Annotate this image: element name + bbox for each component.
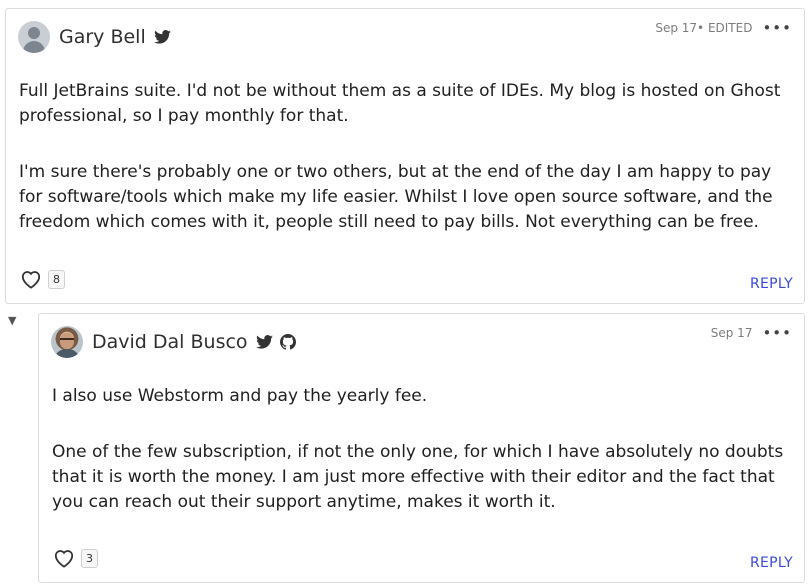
comment-meta: Sep 17 • EDITED ••• <box>655 19 792 37</box>
heart-icon[interactable] <box>53 548 75 568</box>
edited-label: • EDITED <box>697 21 753 35</box>
collapse-thread-toggle[interactable]: ▼ <box>8 314 16 327</box>
github-icon[interactable] <box>279 334 296 350</box>
like-count: 3 <box>81 548 98 568</box>
comment-body: I also use Webstorm and pay the yearly f… <box>52 384 792 546</box>
more-options-icon[interactable]: ••• <box>762 19 792 37</box>
comment-meta: Sep 17 ••• <box>711 324 792 342</box>
reply-button[interactable]: REPLY <box>750 555 793 571</box>
reply-button[interactable]: REPLY <box>750 276 793 292</box>
comment-footer: 3 <box>53 548 98 568</box>
comment-header: David Dal Busco <box>51 326 296 358</box>
comment-date[interactable]: Sep 17 <box>711 326 753 340</box>
comment-date[interactable]: Sep 17 <box>655 21 697 35</box>
author-name[interactable]: Gary Bell <box>59 26 146 48</box>
user-avatar[interactable] <box>51 326 83 358</box>
default-avatar-icon[interactable] <box>18 21 50 53</box>
heart-icon[interactable] <box>20 269 42 289</box>
comment-paragraph: Full JetBrains suite. I'd not be without… <box>19 81 781 126</box>
comment-paragraph: I also use Webstorm and pay the yearly f… <box>52 386 428 406</box>
author-name[interactable]: David Dal Busco <box>92 331 248 353</box>
comment-body: Full JetBrains suite. I'd not be without… <box>19 79 794 266</box>
comment-header: Gary Bell <box>18 21 171 53</box>
twitter-icon[interactable] <box>153 30 171 44</box>
comment-footer: 8 <box>20 269 65 289</box>
more-options-icon[interactable]: ••• <box>762 324 792 342</box>
like-count: 8 <box>48 269 65 289</box>
comment-card: Gary Bell Sep 17 • EDITED ••• Full JetBr… <box>5 8 805 304</box>
reply-comment-card: David Dal Busco Sep 17 ••• I also use We… <box>38 313 805 583</box>
comment-paragraph: I'm sure there's probably one or two oth… <box>19 162 773 232</box>
comment-paragraph: One of the few subscription, if not the … <box>52 442 784 512</box>
twitter-icon[interactable] <box>255 335 273 349</box>
